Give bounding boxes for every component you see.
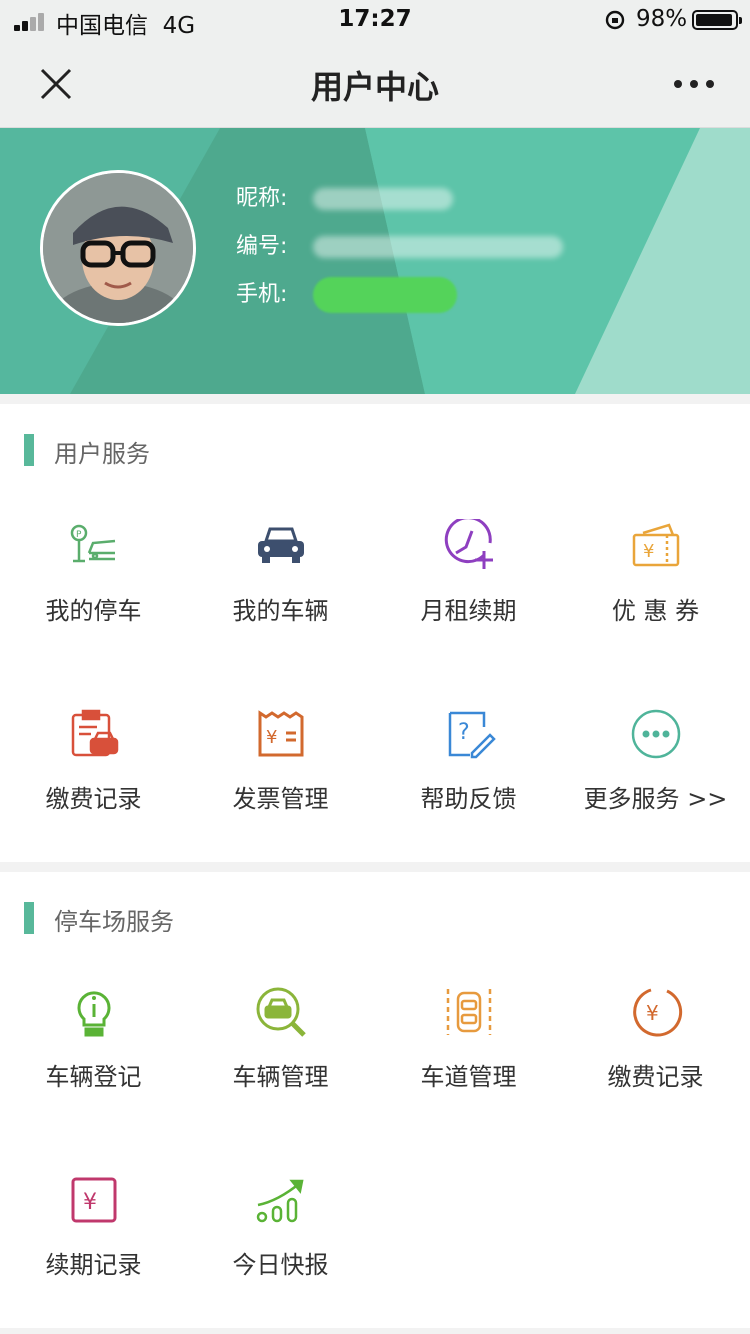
- phone-label: 手机:: [236, 282, 288, 307]
- parking-car-icon: P: [70, 524, 116, 563]
- payment-records-button[interactable]: 缴费记录: [0, 707, 187, 857]
- item-label: 更多服务 >>: [583, 785, 728, 813]
- lane-management-button[interactable]: 车道管理: [375, 985, 562, 1135]
- item-label: 车辆登记: [45, 1063, 142, 1091]
- item-label: 车辆管理: [232, 1063, 329, 1091]
- item-label: 续期记录: [45, 1251, 142, 1279]
- nickname-row: 昵称:: [236, 180, 453, 212]
- vehicle-registration-button[interactable]: 车辆登记: [0, 985, 187, 1135]
- item-label: 优 惠 券: [611, 597, 700, 625]
- car-search-icon: [256, 987, 306, 1037]
- battery-icon: [692, 10, 742, 30]
- lot-payment-records-button[interactable]: ¥ 缴费记录: [562, 985, 749, 1135]
- item-label: 我的车辆: [232, 597, 329, 625]
- lane-icon: [446, 989, 492, 1035]
- coupons-button[interactable]: ¥ 优 惠 券: [562, 519, 749, 669]
- phone-row: 手机:: [236, 276, 457, 313]
- item-label: 缴费记录: [607, 1063, 704, 1091]
- renewal-records-button[interactable]: ¥ 续期记录: [0, 1173, 187, 1323]
- nickname-label: 昵称:: [236, 186, 288, 211]
- rotation-lock-icon: [605, 10, 625, 30]
- item-label: 发票管理: [232, 785, 329, 813]
- invoice-management-button[interactable]: ¥ 发票管理: [187, 707, 374, 857]
- nickname-value-redacted: [313, 188, 453, 210]
- clock-plus-icon: [444, 519, 493, 569]
- phone-value-redacted: [313, 277, 457, 313]
- clipboard-car-icon: [71, 709, 119, 757]
- item-label: 车道管理: [420, 1063, 517, 1091]
- invoice-icon: ¥: [258, 710, 304, 757]
- daily-report-button[interactable]: 今日快报: [187, 1173, 374, 1323]
- id-row: 编号:: [236, 228, 563, 260]
- svg-text:¥: ¥: [266, 727, 277, 748]
- item-label: 今日快报: [232, 1251, 329, 1279]
- svg-text:?: ?: [458, 720, 470, 745]
- svg-text:¥: ¥: [83, 1190, 97, 1215]
- status-bar: 中国电信 4G 17:27 98%: [0, 0, 750, 40]
- page-title: 用户中心: [310, 68, 439, 106]
- item-label: 月租续期: [420, 597, 517, 625]
- id-value-redacted: [313, 236, 563, 258]
- more-options-icon[interactable]: [672, 66, 716, 102]
- item-label: 帮助反馈: [420, 785, 517, 813]
- more-circle-icon: [631, 709, 681, 759]
- car-icon: [258, 527, 304, 563]
- monthly-renewal-button[interactable]: 月租续期: [375, 519, 562, 669]
- profile-banner: 昵称: 编号: 手机:: [0, 128, 750, 394]
- yen-square-icon: ¥: [71, 1177, 117, 1223]
- item-label: 我的停车: [45, 597, 142, 625]
- battery-percent: 98%: [636, 6, 688, 32]
- avatar[interactable]: [40, 170, 196, 326]
- info-bulb-icon: [77, 991, 111, 1037]
- more-services-button[interactable]: 更多服务 >>: [562, 707, 749, 857]
- help-feedback-button[interactable]: ? 帮助反馈: [375, 707, 562, 857]
- lot-services-section: 停车场服务 车辆登记 车辆管理 车道管理 ¥ 缴费记录 ¥ 续期记录 今日快报: [0, 872, 750, 1328]
- user-services-section: 用户服务 P 我的停车 我的车辆 月租续期 ¥ 优 惠 券 缴费记录 ¥ 发票管…: [0, 404, 750, 862]
- coupon-icon: ¥: [632, 523, 680, 567]
- item-label: 缴费记录: [45, 785, 142, 813]
- vehicle-management-button[interactable]: 车辆管理: [187, 985, 374, 1135]
- svg-text:P: P: [76, 530, 82, 540]
- id-label: 编号:: [236, 234, 288, 259]
- my-vehicles-button[interactable]: 我的车辆: [187, 519, 374, 669]
- my-parking-button[interactable]: P 我的停车: [0, 519, 187, 669]
- svg-text:¥: ¥: [643, 541, 654, 562]
- nav-bar: 用户中心: [0, 40, 750, 128]
- trend-icon: [256, 1179, 304, 1223]
- svg-text:¥: ¥: [646, 1001, 659, 1025]
- yen-circle-icon: ¥: [633, 988, 683, 1037]
- help-edit-icon: ?: [448, 711, 496, 759]
